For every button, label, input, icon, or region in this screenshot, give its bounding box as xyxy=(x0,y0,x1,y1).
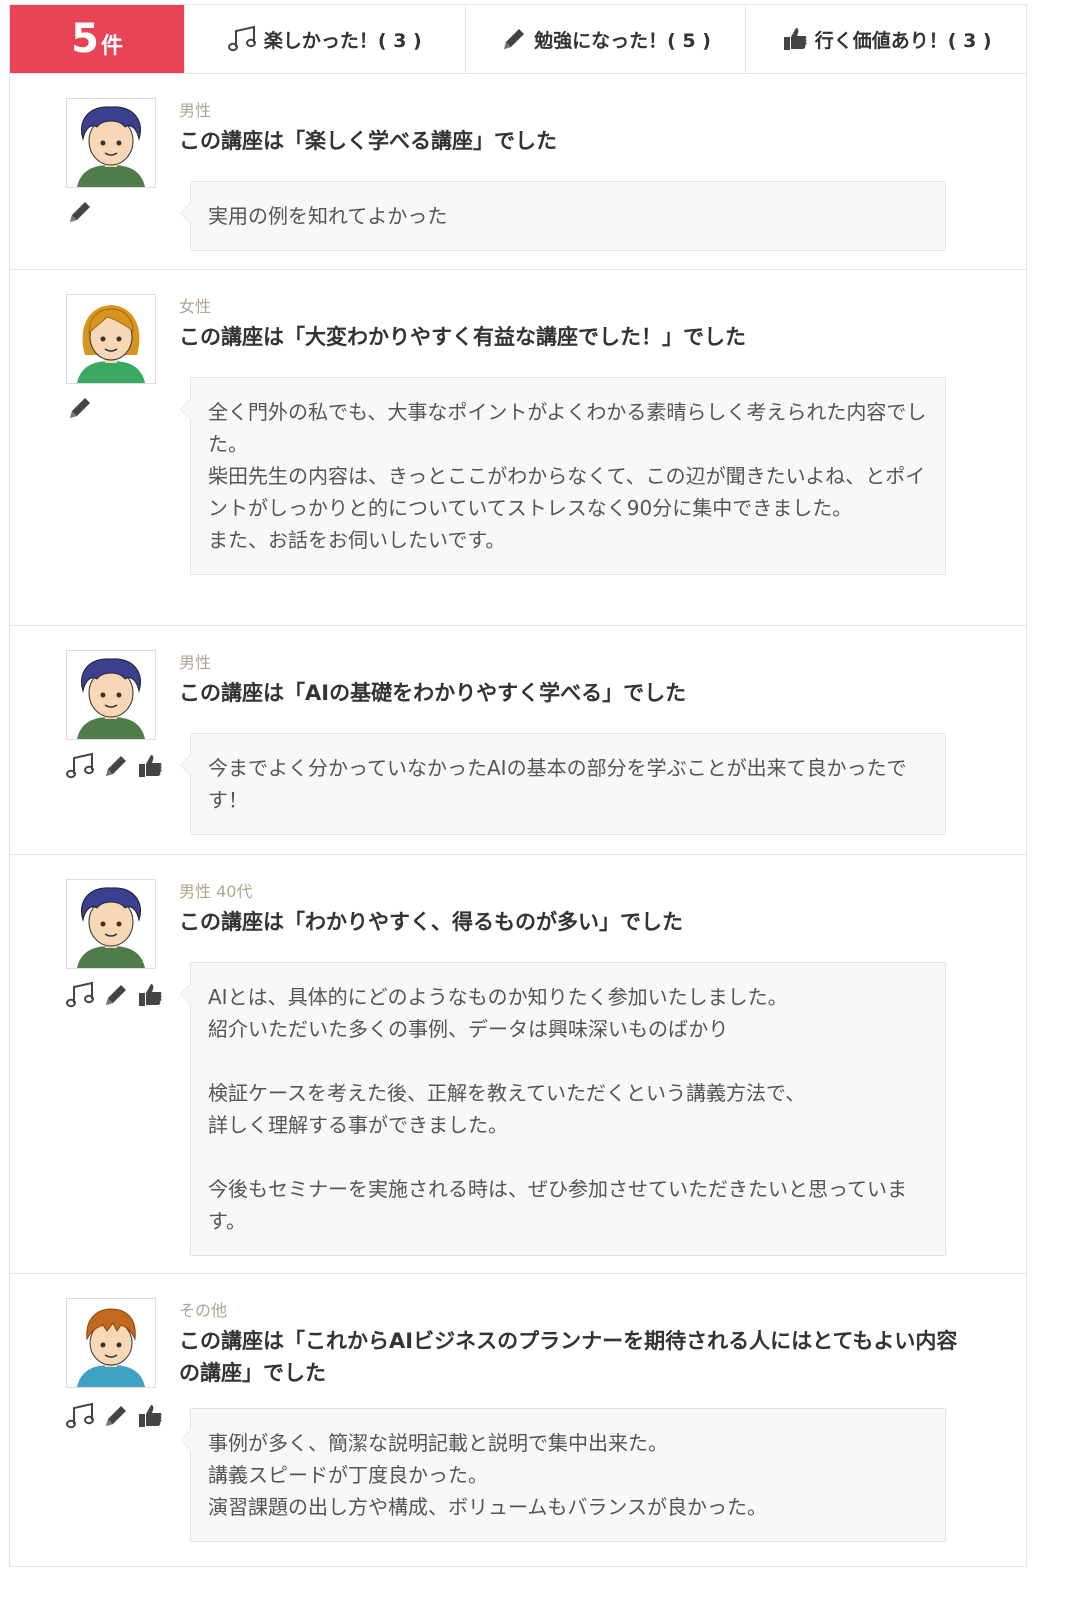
review-title: この講座は「わかりやすく、得るものが多い」でした xyxy=(179,910,683,934)
tab-worth[interactable]: 行く価値あり！( 3 ) xyxy=(745,5,1026,73)
pencil-icon xyxy=(70,398,90,418)
reviewer-meta: 男性 40代 xyxy=(179,882,253,901)
tab-fun[interactable]: 楽しかった！( 3 ) xyxy=(184,5,465,73)
pencil-icon xyxy=(70,202,90,222)
music-note-icon xyxy=(66,1402,94,1429)
tab-fun-label: 楽しかった！( 3 ) xyxy=(263,29,422,52)
tab-learned-label: 勉強になった！( 5 ) xyxy=(534,29,711,52)
thumbs-up-icon xyxy=(139,984,162,1006)
pencil-icon xyxy=(106,985,126,1005)
thumbs-up-icon xyxy=(783,28,807,50)
review-comment: 事例が多く、簡潔な説明記載と説明で集中出来た。 講義スピードが丁度良かった。 演… xyxy=(180,1408,946,1542)
review-comment: 今までよく分かっていなかったAIの基本の部分を学ぶことが出来て良かったです！ xyxy=(180,733,946,835)
review-title: この講座は「大変わかりやすく有益な講座でした！」でした xyxy=(179,325,746,349)
review-item: 男性 この講座は「楽しく学べる講座」でした 実用の例を知れてよかった xyxy=(9,74,1027,270)
review-count-number: 5 xyxy=(71,16,99,62)
rating-icons xyxy=(66,1402,164,1430)
avatar xyxy=(66,1298,156,1388)
rating-icons xyxy=(66,981,164,1009)
review-title: この講座は「楽しく学べる講座」でした xyxy=(179,129,557,153)
thumbs-up-icon xyxy=(139,755,162,777)
rating-icons xyxy=(66,394,94,422)
filter-tabs: 5 件 楽しかった！( 3 ) 勉強になった！( 5 ) 行く価値あり！( 3 … xyxy=(9,4,1027,74)
pencil-icon xyxy=(106,1406,126,1426)
pencil-icon xyxy=(106,756,126,776)
reviewer-meta: 女性 xyxy=(179,297,212,316)
reviewer-meta: 男性 xyxy=(179,653,212,672)
tab-worth-label: 行く価値あり！( 3 ) xyxy=(814,29,992,52)
avatar xyxy=(66,294,156,384)
tab-learned[interactable]: 勉強になった！( 5 ) xyxy=(464,5,746,73)
review-comment: AIとは、具体的にどのようなものか知りたく参加いたしました。 紹介いただいた多く… xyxy=(180,962,946,1256)
music-note-icon xyxy=(66,752,94,779)
review-count: 5 件 xyxy=(10,5,184,73)
review-count-unit: 件 xyxy=(100,34,123,59)
review-item: 男性 この講座は「AIの基礎をわかりやすく学べる」でした 今までよく分かっていな… xyxy=(9,626,1027,855)
music-note-icon xyxy=(227,25,256,52)
review-comment: 全く門外の私でも、大事なポイントがよくわかる素晴らしく考えられた内容でした。 柴… xyxy=(180,377,946,575)
thumbs-up-icon xyxy=(139,1405,162,1427)
review-title: この講座は「これからAIビジネスのプランナーを期待される人にはとてもよい内容の講… xyxy=(179,1329,958,1385)
review-item: その他 この講座は「これからAIビジネスのプランナーを期待される人にはとてもよい… xyxy=(9,1274,1027,1567)
avatar xyxy=(66,879,156,969)
music-note-icon xyxy=(66,981,94,1008)
avatar xyxy=(66,650,156,740)
pencil-icon xyxy=(504,29,525,49)
review-item: 女性 この講座は「大変わかりやすく有益な講座でした！」でした 全く門外の私でも、… xyxy=(9,270,1027,626)
review-item: 男性 40代 この講座は「わかりやすく、得るものが多い」でした AIとは、具体的… xyxy=(9,855,1027,1274)
reviewer-meta: 男性 xyxy=(179,101,212,120)
reviewer-meta: その他 xyxy=(179,1301,228,1320)
rating-icons xyxy=(66,752,164,780)
review-title: この講座は「AIの基礎をわかりやすく学べる」でした xyxy=(179,681,687,705)
review-comment: 実用の例を知れてよかった xyxy=(180,181,946,251)
avatar xyxy=(66,98,156,188)
rating-icons xyxy=(66,198,94,226)
